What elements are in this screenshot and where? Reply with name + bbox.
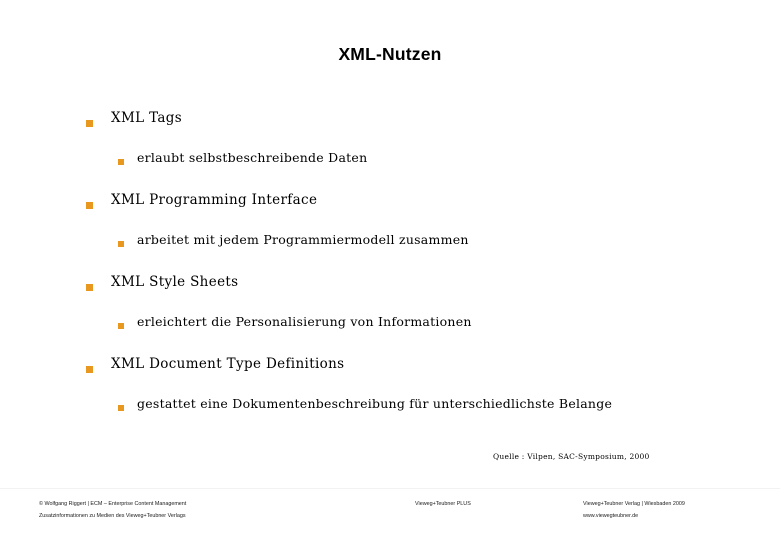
list-item-label: erleichtert die Personalisierung von Inf… (137, 314, 472, 329)
footer-subtitle-line: Zusatzinformationen zu Medien des Vieweg… (39, 512, 186, 519)
list-item: gestattet eine Dokumentenbeschreibung fü… (0, 396, 780, 411)
list-item: erleichtert die Personalisierung von Inf… (0, 314, 780, 329)
list-item: arbeitet mit jedem Programmiermodell zus… (0, 232, 780, 247)
square-bullet-icon (118, 241, 124, 247)
footer-publisher-line: Vieweg+Teubner Verlag | Wiesbaden 2009 (583, 501, 685, 507)
list-item: XML Document Type Definitions (0, 356, 780, 373)
list-item-label: gestattet eine Dokumentenbeschreibung fü… (137, 396, 613, 411)
list-item-label: XML Style Sheets (111, 274, 239, 290)
square-bullet-icon (118, 405, 124, 411)
slide-footer: © Wolfgang Riggert | ECM – Enterprise Co… (0, 488, 780, 541)
footer-left-block: © Wolfgang Riggert | ECM – Enterprise Co… (39, 499, 186, 522)
square-bullet-icon (86, 120, 93, 127)
list-item: XML Tags (0, 110, 780, 127)
list-item-label: XML Programming Interface (111, 192, 318, 208)
source-citation: Quelle : Vilpen, SAC-Symposium, 2000 (493, 452, 650, 461)
square-bullet-icon (118, 159, 124, 165)
list-item-label: erlaubt selbstbeschreibende Daten (137, 150, 368, 165)
list-item-label: XML Document Type Definitions (111, 356, 345, 372)
square-bullet-icon (86, 202, 93, 209)
footer-center-block: Vieweg+Teubner PLUS (415, 499, 471, 511)
list-item: erlaubt selbstbeschreibende Daten (0, 150, 780, 165)
page-title: XML-Nutzen (338, 44, 442, 64)
list-item-label: arbeitet mit jedem Programmiermodell zus… (137, 232, 469, 247)
square-bullet-icon (86, 284, 93, 291)
square-bullet-icon (86, 366, 93, 373)
square-bullet-icon (118, 323, 124, 329)
list-item: XML Programming Interface (0, 192, 780, 209)
footer-right-block: Vieweg+Teubner Verlag | Wiesbaden 2009 w… (583, 499, 685, 522)
footer-copyright-line: © Wolfgang Riggert | ECM – Enterprise Co… (39, 501, 187, 507)
footer-website-link[interactable]: www.viewegteubner.de (583, 511, 685, 523)
footer-brand-line: Vieweg+Teubner PLUS (415, 501, 471, 507)
list-item: XML Style Sheets (0, 274, 780, 291)
slide-canvas: XML-Nutzen XML Tags erlaubt selbstbeschr… (0, 0, 780, 540)
list-item-label: XML Tags (111, 110, 183, 126)
bullet-list: XML Tags erlaubt selbstbeschreibende Dat… (0, 110, 780, 421)
